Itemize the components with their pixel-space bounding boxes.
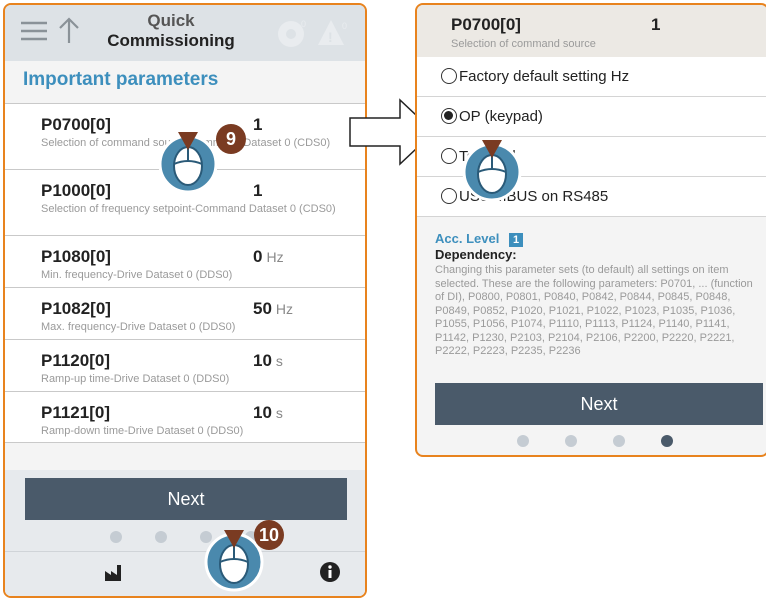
next-button[interactable]: Next [435,383,763,425]
page-dot[interactable] [565,435,577,447]
option-factory-default[interactable]: Factory default setting Hz [417,57,766,97]
page-dot[interactable] [517,435,529,447]
svg-text:0: 0 [342,21,347,31]
acc-level-label: Acc. Level 1 [435,231,524,247]
param-unit: s [275,405,283,421]
param-code: P0700[0] [451,15,521,34]
warning-icon: ! 0 [317,17,351,54]
step-badge: 10 [254,520,284,550]
param-row-p1120[interactable]: P1120[0] 10 s Ramp-up time-Drive Dataset … [5,339,365,391]
info-icon[interactable] [319,561,341,588]
param-desc: Ramp-up time-Drive Dataset 0 (DDS0) [41,373,230,385]
menu-icon[interactable] [19,19,49,48]
next-button[interactable]: Next [25,478,347,520]
param-code: P1120[0] [41,351,110,370]
parameter-detail-panel: P0700[0] 1 Selection of command source F… [415,3,766,457]
detail-header: P0700[0] 1 Selection of command source [417,5,766,57]
page-dot[interactable] [155,531,167,543]
param-desc: Max. frequency-Drive Dataset 0 (DDS0) [41,321,236,333]
page-title: Quick Commissioning [107,11,235,50]
param-value: 1 [651,15,661,34]
param-code: P1000[0] [41,181,111,200]
section-title: Important parameters [23,69,219,90]
page-dot[interactable] [110,531,122,543]
svg-text:0: 0 [301,19,306,29]
factory-icon[interactable] [103,561,125,588]
param-desc: Ramp-down time-Drive Dataset 0 (DDS0) [41,425,244,437]
param-value: 1 [253,181,263,200]
param-unit: Hz [266,249,284,265]
acc-level-badge: 1 [508,233,524,247]
param-desc: Selection of frequency setpoint-Command … [41,203,336,215]
radio-button[interactable] [441,68,457,84]
param-code: P1080[0] [41,247,111,266]
quick-commissioning-panel: Quick Commissioning 0 ! 0 Important param… [3,3,367,598]
param-value: 1 [253,115,263,134]
param-desc: Min. frequency-Drive Dataset 0 (DDS0) [41,269,233,281]
header-bar: Quick Commissioning 0 ! 0 [5,5,365,61]
param-value: 50 Hz [253,299,294,318]
param-unit: s [275,353,283,369]
param-code: P1082[0] [41,299,111,318]
param-value: 0 Hz [253,247,284,266]
bottom-toolbar [5,551,365,596]
param-desc: Selection of command source [451,38,596,50]
svg-text:!: ! [328,29,333,45]
settings-warning-icon: 0 [275,17,311,54]
param-code: P0700[0] [41,115,111,134]
page-dot[interactable] [613,435,625,447]
param-row-p1080[interactable]: P1080[0] 0 Hz Min. frequency-Drive Datase… [5,235,365,287]
param-code: P1121[0] [41,403,110,422]
mouse-cursor-icon [454,126,534,206]
param-row-p1082[interactable]: P1082[0] 50 Hz Max. frequency-Drive Datas… [5,287,365,339]
param-row-p1121[interactable]: P1121[0] 10 s Ramp-down time-Drive Datase… [5,391,365,443]
up-arrow-icon[interactable] [57,15,81,50]
page-dot-active[interactable] [661,435,673,447]
radio-button-selected[interactable] [441,108,457,124]
param-value: 10 s [253,351,283,370]
dependency-text: Changing this parameter sets (to default… [435,264,753,357]
param-value: 10 s [253,403,283,422]
param-unit: Hz [275,301,294,317]
dependency-label: Dependency: [435,247,517,262]
step-badge: 9 [216,124,246,154]
